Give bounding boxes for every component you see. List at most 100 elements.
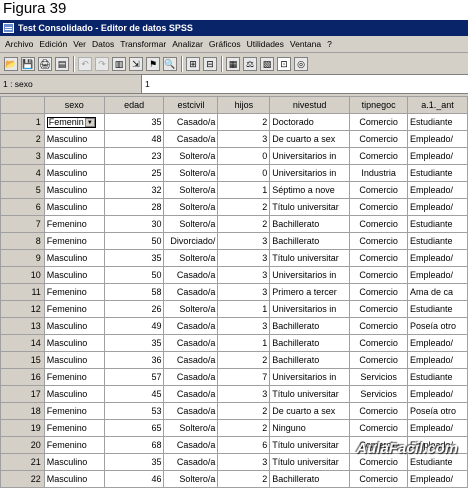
data-cell[interactable]: 2	[217, 215, 271, 233]
menu-item-6[interactable]: Gráficos	[206, 39, 244, 49]
data-cell[interactable]: Soltero/a	[163, 470, 219, 488]
data-cell[interactable]: Masculino	[43, 164, 105, 182]
data-cell[interactable]: Universitarios in	[269, 300, 351, 318]
data-cell[interactable]: 50	[103, 232, 165, 250]
menu-item-1[interactable]: Edición	[36, 39, 70, 49]
data-cell[interactable]: De cuarto a sex	[269, 402, 351, 420]
data-cell[interactable]: 46	[103, 470, 165, 488]
data-cell[interactable]: Estudiante	[407, 368, 468, 386]
data-cell[interactable]: Femenino	[43, 215, 105, 233]
data-cell[interactable]: Casado/a	[163, 266, 219, 284]
column-header-sexo[interactable]: sexo	[43, 96, 105, 114]
row-number[interactable]: 16	[0, 368, 45, 386]
column-header-nivestud[interactable]: nivestud	[269, 96, 351, 114]
insert-case-icon[interactable]: ⊞	[186, 56, 200, 71]
row-number[interactable]: 1	[0, 113, 45, 131]
data-cell[interactable]: Estudiante	[407, 215, 468, 233]
data-cell[interactable]: Soltero/a	[163, 147, 219, 165]
data-cell[interactable]: Estudiante	[407, 300, 468, 318]
data-cell[interactable]: Masculino	[43, 266, 105, 284]
row-number[interactable]: 5	[0, 181, 45, 199]
data-cell[interactable]: Estudiante	[407, 232, 468, 250]
save-icon[interactable]: 💾	[21, 56, 35, 71]
row-number[interactable]: 19	[0, 419, 45, 437]
data-cell[interactable]: Comercio	[349, 232, 409, 250]
column-header-edad[interactable]: edad	[103, 96, 165, 114]
data-cell[interactable]: Estudiante	[407, 113, 468, 131]
row-number[interactable]: 7	[0, 215, 45, 233]
data-cell[interactable]: Comercio	[349, 334, 409, 352]
data-cell[interactable]: Ninguno	[269, 419, 351, 437]
data-cell[interactable]: Casado/a	[163, 334, 219, 352]
data-cell[interactable]: 7	[217, 368, 271, 386]
data-cell[interactable]: Título universitar	[269, 436, 351, 454]
row-number[interactable]: 21	[0, 453, 45, 471]
goto-case-icon[interactable]: ⇲	[129, 56, 143, 71]
data-cell[interactable]: Comercio	[349, 300, 409, 318]
data-cell[interactable]: Universitarios in	[269, 368, 351, 386]
data-cell[interactable]: Comercio	[349, 470, 409, 488]
data-cell[interactable]: Universitarios in	[269, 164, 351, 182]
data-cell[interactable]: 26	[103, 300, 165, 318]
row-number[interactable]: 4	[0, 164, 45, 182]
data-cell[interactable]: Empleado/	[407, 419, 468, 437]
data-cell[interactable]: 1	[217, 181, 271, 199]
data-cell[interactable]: Comercio	[349, 215, 409, 233]
data-cell[interactable]: 3	[217, 453, 271, 471]
active-cell-editor[interactable]: Femenin ▼	[46, 115, 102, 130]
column-header-hijos[interactable]: hijos	[217, 96, 271, 114]
data-cell[interactable]: Comercio	[349, 249, 409, 267]
data-cell[interactable]: 2	[217, 470, 271, 488]
row-number[interactable]: 15	[0, 351, 45, 369]
data-cell[interactable]: 65	[103, 419, 165, 437]
data-cell[interactable]: Casado/a	[163, 130, 219, 148]
data-cell[interactable]: 45	[103, 385, 165, 403]
data-cell[interactable]: 6	[217, 436, 271, 454]
row-number[interactable]: 3	[0, 147, 45, 165]
data-cell[interactable]: Bachillerato	[269, 215, 351, 233]
data-cell[interactable]: 36	[103, 351, 165, 369]
data-cell[interactable]: Soltero/a	[163, 249, 219, 267]
variables-icon[interactable]: ⚑	[146, 56, 160, 71]
data-cell[interactable]: 3	[217, 266, 271, 284]
data-cell[interactable]: 2	[217, 402, 271, 420]
title-bar[interactable]: Test Consolidado - Editor de datos SPSS	[0, 20, 468, 36]
data-cell[interactable]: 0	[217, 147, 271, 165]
print-icon[interactable]: 🖨	[38, 56, 52, 71]
data-cell[interactable]: 3	[217, 232, 271, 250]
data-cell[interactable]: 30	[103, 215, 165, 233]
row-number[interactable]: 6	[0, 198, 45, 216]
data-cell[interactable]: 3	[217, 385, 271, 403]
menu-item-5[interactable]: Analizar	[169, 39, 206, 49]
data-cell[interactable]: Femenin ▼	[43, 113, 105, 131]
data-cell[interactable]: 3	[217, 130, 271, 148]
data-cell[interactable]: 3	[217, 249, 271, 267]
row-number[interactable]: 17	[0, 385, 45, 403]
data-cell[interactable]: 35	[103, 249, 165, 267]
row-number[interactable]: 13	[0, 317, 45, 335]
data-cell[interactable]: Título universitar	[269, 453, 351, 471]
row-number[interactable]: 11	[0, 283, 45, 301]
menu-item-7[interactable]: Utilidades	[244, 39, 287, 49]
data-cell[interactable]: 25	[103, 164, 165, 182]
data-cell[interactable]: Bachillerato	[269, 334, 351, 352]
data-cell[interactable]: Divorciado/	[163, 232, 219, 250]
data-cell[interactable]: Empleado/	[407, 198, 468, 216]
row-number[interactable]: 9	[0, 249, 45, 267]
data-cell[interactable]: 48	[103, 130, 165, 148]
open-icon[interactable]: 📂	[4, 56, 18, 71]
data-cell[interactable]: Empleado/	[407, 147, 468, 165]
select-cases-icon[interactable]: ▧	[260, 56, 274, 71]
data-cell[interactable]: 53	[103, 402, 165, 420]
data-cell[interactable]: 32	[103, 181, 165, 199]
data-cell[interactable]: Femenino	[43, 419, 105, 437]
data-cell[interactable]: 58	[103, 283, 165, 301]
data-cell[interactable]: Masculino	[43, 181, 105, 199]
data-cell[interactable]: 2	[217, 419, 271, 437]
data-cell[interactable]: Casado/a	[163, 113, 219, 131]
data-cell[interactable]: Empleado/	[407, 470, 468, 488]
data-cell[interactable]: Comercio	[349, 266, 409, 284]
data-cell[interactable]: Femenino	[43, 232, 105, 250]
row-number[interactable]: 8	[0, 232, 45, 250]
data-cell[interactable]: Casado/a	[163, 351, 219, 369]
